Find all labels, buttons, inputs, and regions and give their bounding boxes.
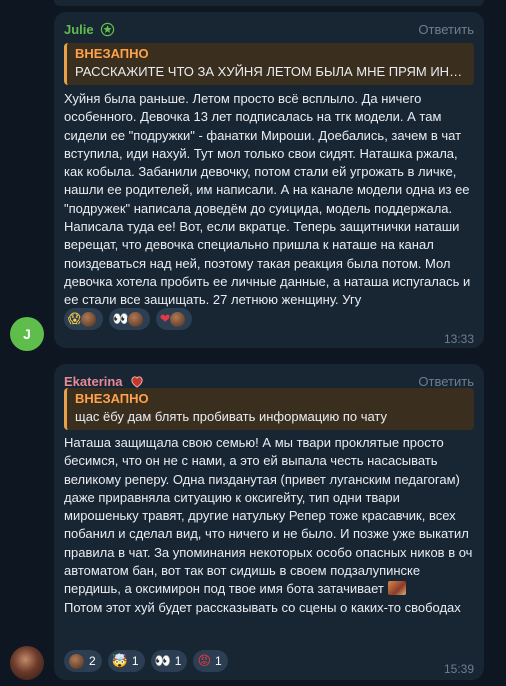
star-badge-icon	[100, 22, 115, 40]
avatar[interactable]: J	[10, 317, 44, 351]
reaction-count: 1	[131, 654, 139, 668]
reaction-eyes[interactable]: 👀 1	[150, 650, 188, 672]
message-text: Хуйня была раньше. Летом просто всё вспл…	[64, 91, 471, 308]
angry-emoji-icon: 😡	[197, 653, 211, 668]
quoted-message[interactable]: ВНЕЗАПНО РАССКАЖИТЕ ЧТО ЗА ХУЙНЯ ЛЕТОМ Б…	[64, 43, 474, 85]
reply-button[interactable]: Ответить	[418, 22, 474, 37]
message-header: Julie Ответить	[64, 22, 474, 40]
message-text-part: Наташа защищала свою семью! А мы твари п…	[64, 435, 473, 597]
message-text-part: Потом этот хуй будет рассказывать со сце…	[64, 599, 461, 615]
reaction-count: 1	[215, 654, 222, 668]
message-text: Наташа защищала свою семью! А мы твари п…	[64, 434, 474, 617]
quote-author: ВНЕЗАПНО	[75, 391, 149, 406]
reply-button[interactable]: Ответить	[418, 374, 474, 389]
sender-name[interactable]: Ekaterina	[64, 374, 123, 389]
mindblown-emoji-icon: 🤯	[111, 653, 128, 668]
quote-text: щас ёбу дам блять пробивать информацию п…	[75, 409, 388, 424]
reaction-heart[interactable]: ❤	[155, 308, 192, 330]
reaction-count: 1	[174, 654, 182, 668]
quoted-message[interactable]: ВНЕЗАПНО щас ёбу дам блять пробивать инф…	[64, 388, 474, 430]
avatar-letter: J	[23, 326, 31, 342]
reactions-row: ❤ 2 🤯 1 👀 1 😡 1	[64, 650, 228, 672]
message-time: 15:39	[443, 662, 474, 676]
reaction-heart[interactable]: ❤ 2	[64, 650, 102, 672]
quote-author: ВНЕЗАПНО	[75, 46, 149, 61]
reactor-avatar	[168, 310, 186, 328]
reactor-avatar	[126, 310, 144, 328]
reaction-eyes[interactable]: 👀	[108, 308, 150, 330]
message-bubble[interactable]: Julie Ответить ВНЕЗАПНО РАССКАЖИТЕ ЧТО З…	[54, 12, 484, 348]
reactor-avatar	[79, 310, 97, 328]
sender-name[interactable]: Julie	[64, 22, 94, 37]
sticker-image[interactable]	[387, 581, 406, 596]
reaction-count: 2	[89, 654, 96, 668]
reaction-mindblown[interactable]: 🤯 1	[107, 650, 145, 672]
reaction-angry[interactable]: 😡 1	[193, 650, 228, 672]
reaction-scream[interactable]: 😱	[64, 308, 103, 330]
previous-message-bubble	[54, 0, 484, 6]
reactor-avatar	[68, 652, 85, 670]
message-time: 13:33	[443, 332, 474, 346]
message-bubble[interactable]: Ekaterina Ответить ВНЕЗАПНО щас ёбу дам …	[54, 364, 484, 680]
quote-text: РАССКАЖИТЕ ЧТО ЗА ХУЙНЯ ЛЕТОМ БЫЛА МНЕ П…	[75, 64, 466, 79]
avatar[interactable]	[10, 646, 44, 680]
eyes-emoji-icon: 👀	[154, 653, 171, 668]
reactions-row: 😱 👀 ❤	[64, 308, 192, 330]
